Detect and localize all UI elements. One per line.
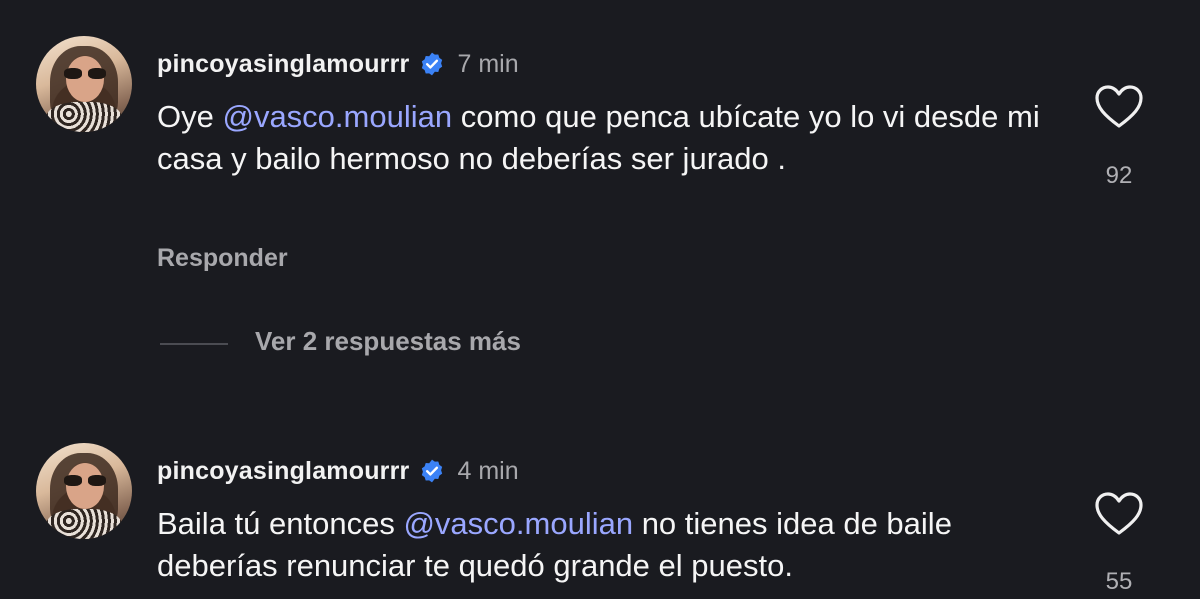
view-more-replies-label[interactable]: Ver 2 respuestas más [255,326,521,357]
divider-line [160,343,228,345]
comment-text: Baila tú entonces @vasco.moulian no tien… [157,506,952,583]
comment-time: 7 min [457,49,519,78]
comment-header: pincoyasinglamourrr 7 min [157,49,519,79]
heart-icon[interactable] [1094,491,1144,537]
verified-badge-icon [422,52,443,76]
verified-badge-icon [422,459,443,483]
username[interactable]: pincoyasinglamourrr [157,457,409,486]
comment-header: pincoyasinglamourrr 4 min [157,456,519,486]
reply-button[interactable]: Responder [157,244,288,273]
avatar[interactable] [36,443,132,539]
avatar[interactable] [36,36,132,132]
mention-link[interactable]: @vasco.moulian [403,506,633,541]
comment-time: 4 min [457,456,519,485]
view-more-replies[interactable]: Ver 2 respuestas más [0,326,1200,360]
comment-text: Oye @vasco.moulian como que penca ubícat… [157,99,1040,176]
username[interactable]: pincoyasinglamourrr [157,50,409,79]
mention-link[interactable]: @vasco.moulian [222,99,452,134]
like-count: 55 [1105,568,1133,595]
comments-screen: pincoyasinglamourrr 7 min Oye @vasco.mou… [0,0,1200,599]
like-count: 92 [1105,162,1133,189]
heart-icon[interactable] [1094,84,1144,130]
